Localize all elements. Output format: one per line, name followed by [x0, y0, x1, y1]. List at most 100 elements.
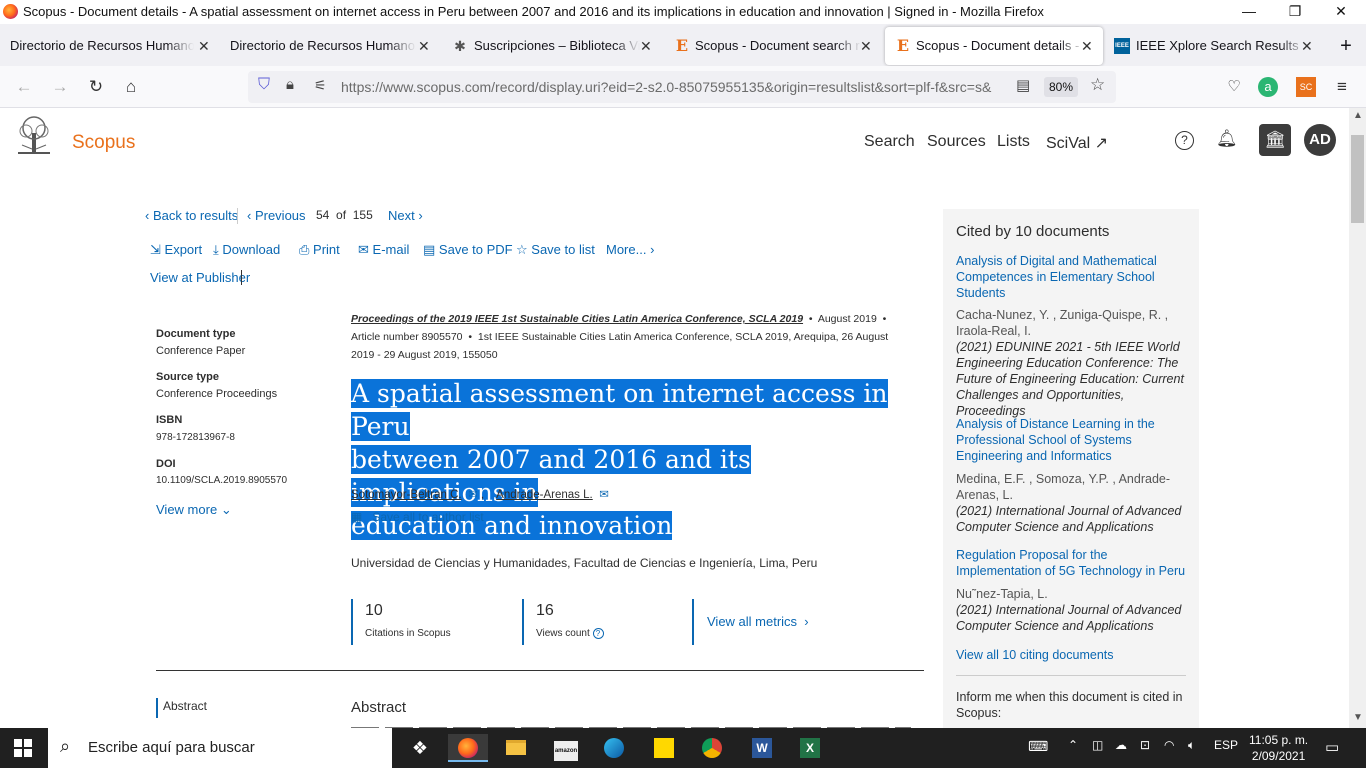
views-count: 16 — [536, 602, 554, 619]
chrome-icon[interactable] — [692, 734, 732, 762]
restore-button[interactable]: ❐ — [1272, 0, 1318, 24]
clock[interactable]: 11:05 p. m. 2/09/2021 — [1249, 732, 1308, 764]
tray-app-icon[interactable]: ◫ — [1092, 738, 1103, 752]
save-pdf-button[interactable]: ▤ Save to PDF — [423, 242, 513, 258]
author-link[interactable]: Andrade-Arenas L. — [496, 489, 593, 501]
source-info: Proceedings of the 2019 IEEE 1st Sustain… — [351, 313, 890, 361]
info-icon[interactable]: ? — [592, 628, 604, 639]
result-position: 54 of 155 — [316, 208, 373, 222]
tab-close-icon[interactable]: ✕ — [198, 27, 210, 65]
email-button[interactable]: ✉ E-mail — [358, 242, 409, 258]
download-button[interactable]: ⤓ Download — [213, 242, 280, 258]
citing-doc-title[interactable]: Regulation Proposal for the Implementati… — [956, 547, 1188, 579]
next-link[interactable]: Next › — [388, 208, 423, 223]
bookmark-star-icon[interactable]: ☆ — [1090, 75, 1105, 95]
zoom-level[interactable]: 80% — [1044, 77, 1078, 97]
scopus-extension-icon[interactable]: SC — [1296, 77, 1316, 97]
wifi-icon[interactable]: ◠ — [1164, 738, 1174, 752]
author-list-icon: ▦ — [351, 510, 363, 524]
word-icon[interactable]: W — [742, 734, 782, 762]
nav-sources[interactable]: Sources — [927, 133, 986, 151]
permissions-icon[interactable]: ⚟ — [314, 77, 327, 94]
firefox-taskbar-icon[interactable] — [448, 734, 488, 762]
minimize-button[interactable]: — — [1226, 0, 1272, 24]
save-all-authors-link[interactable]: ▦ Save all to author list — [351, 510, 484, 524]
excel-icon[interactable]: X — [790, 734, 830, 762]
menu-icon[interactable]: ≡ — [1330, 75, 1354, 99]
tab-close-icon[interactable]: ✕ — [860, 27, 872, 65]
avatar[interactable]: AD — [1304, 124, 1336, 156]
tab-scopus-search[interactable]: E Scopus - Document search res ✕ — [664, 27, 882, 65]
url-text[interactable]: https://www.scopus.com/record/display.ur… — [341, 79, 1011, 95]
author-link[interactable]: Sotomayor-Beltran C. — [351, 489, 462, 501]
extension-a-icon[interactable]: a — [1258, 77, 1278, 97]
mail-icon[interactable]: ✉ — [596, 489, 609, 501]
tab-scopus-details[interactable]: E Scopus - Document details - A ✕ — [885, 27, 1103, 65]
citing-doc-title[interactable]: Analysis of Distance Learning in the Pro… — [956, 416, 1188, 464]
network-icon[interactable]: ⊡ — [1140, 738, 1150, 752]
view-all-metrics-link[interactable]: View all metrics › — [707, 614, 809, 629]
clock-time: 11:05 p. m. — [1249, 733, 1309, 747]
more-button[interactable]: More... › — [606, 242, 654, 257]
citing-doc-title[interactable]: Analysis of Digital and Mathematical Com… — [956, 253, 1188, 301]
tab-ieee[interactable]: IEEE IEEE Xplore Search Results ✕ — [1106, 27, 1324, 65]
tray-chevron-icon[interactable]: ⌃ — [1068, 738, 1078, 752]
close-window-button[interactable]: ✕ — [1318, 0, 1364, 24]
back-arrow-icon[interactable]: ← — [12, 75, 36, 99]
lock-icon[interactable]: 🔒︎ — [286, 76, 294, 93]
nav-lists[interactable]: Lists — [997, 133, 1030, 151]
shield-icon[interactable]: ⛉ — [258, 76, 270, 94]
previous-link[interactable]: ‹ Previous — [247, 208, 306, 223]
view-all-citing-link[interactable]: View all 10 citing documents — [956, 647, 1188, 663]
mail-icon[interactable]: ✉ — [465, 489, 478, 501]
volume-icon[interactable]: 🔈︎ — [1188, 738, 1195, 753]
tab-close-icon[interactable]: ✕ — [418, 27, 430, 65]
nav-scival[interactable]: SciVal ↗ — [1046, 133, 1108, 153]
cloud-icon[interactable]: ☁ — [1115, 738, 1127, 752]
source-title-link[interactable]: Proceedings of the 2019 IEEE 1st Sustain… — [351, 313, 803, 325]
tab-suscripciones[interactable]: ✱ Suscripciones – Biblioteca Virtu ✕ — [442, 27, 660, 65]
nav-search[interactable]: Search — [864, 133, 915, 151]
save-list-button[interactable]: ☆ Save to list — [516, 242, 595, 258]
url-bar[interactable]: ⛉ 🔒︎ ⚟ https://www.scopus.com/record/dis… — [248, 71, 1116, 103]
previous-label: Previous — [254, 208, 306, 223]
export-button[interactable]: ⇲ Export — [150, 242, 202, 258]
edge-icon[interactable] — [594, 734, 634, 762]
abstract-nav-link[interactable]: Abstract — [163, 699, 207, 713]
tab-directorio-1[interactable]: Directorio de Recursos Humanos af ✕ — [0, 27, 216, 65]
reader-view-icon[interactable]: ▤ — [1016, 76, 1030, 94]
views-count-block: Views count ? — [536, 628, 604, 639]
scrollbar-thumb[interactable] — [1351, 135, 1364, 223]
scroll-up-icon[interactable]: ▲ — [1353, 110, 1363, 121]
tab-directorio-2[interactable]: Directorio de Recursos Humanos af ✕ — [220, 27, 436, 65]
tab-close-icon[interactable]: ✕ — [640, 27, 652, 65]
notification-icon[interactable]: ▭ — [1325, 738, 1339, 756]
dropbox-icon[interactable]: ❖ — [400, 734, 440, 762]
sticky-notes-icon[interactable] — [644, 734, 684, 762]
view-more-link[interactable]: View more ⌄ — [156, 502, 232, 518]
page-scrollbar[interactable]: ▲ ▼ — [1349, 108, 1366, 728]
forward-arrow-icon[interactable]: → — [48, 75, 72, 99]
pocket-icon[interactable]: ♡ — [1222, 75, 1246, 99]
language-indicator[interactable]: ESP — [1214, 738, 1238, 752]
citing-doc-authors: Cacha-Nunez, Y. , Zuniga-Quispe, R. , Ir… — [956, 308, 1169, 338]
tab-close-icon[interactable]: ✕ — [1081, 27, 1093, 65]
file-explorer-icon[interactable] — [496, 734, 536, 762]
windows-start-icon[interactable] — [14, 739, 32, 757]
scroll-down-icon[interactable]: ▼ — [1353, 712, 1363, 723]
tab-close-icon[interactable]: ✕ — [1301, 27, 1313, 65]
keyboard-icon[interactable]: ⌨ — [1028, 738, 1048, 755]
bell-icon[interactable]: 🔔︎ — [1216, 129, 1238, 149]
view-at-publisher-link[interactable]: View at Publisher — [150, 270, 250, 285]
help-icon[interactable]: ? — [1175, 131, 1194, 150]
amazon-icon[interactable]: amazon — [546, 734, 586, 762]
tab-label: Scopus - Document details - A — [916, 38, 1084, 53]
back-to-results-link[interactable]: ‹ Back to results — [145, 208, 238, 223]
print-button[interactable]: ⎙ Print — [299, 242, 340, 258]
reload-icon[interactable]: ↻ — [84, 75, 108, 99]
institution-icon[interactable]: 🏛︎ — [1259, 124, 1291, 156]
taskbar-search[interactable]: ⌕ Escribe aquí para buscar — [48, 728, 392, 768]
home-icon[interactable]: ⌂ — [119, 75, 143, 99]
new-tab-button[interactable]: + — [1332, 27, 1360, 65]
scopus-logo[interactable]: Scopus — [72, 132, 135, 154]
